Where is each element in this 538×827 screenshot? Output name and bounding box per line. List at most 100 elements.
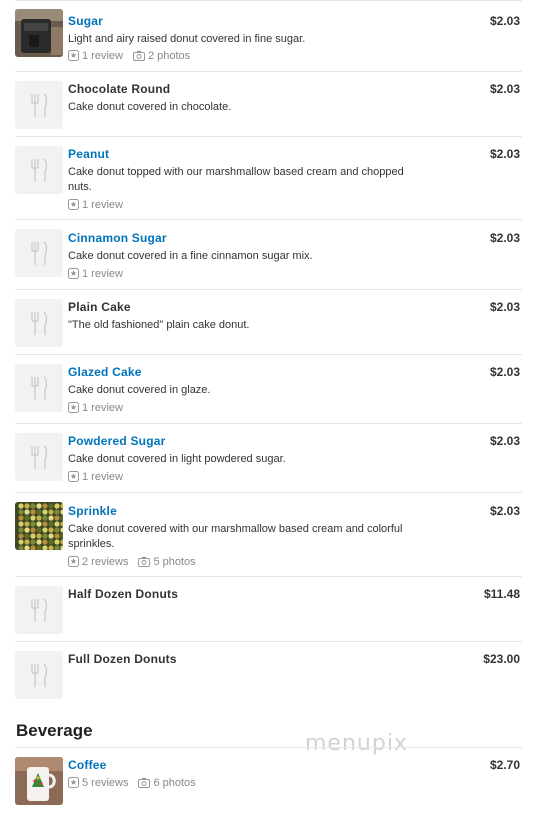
item-meta: 1 review 2 photos bbox=[68, 50, 200, 62]
reviews-link[interactable]: 2 reviews bbox=[68, 556, 128, 568]
item-photo[interactable] bbox=[15, 757, 63, 805]
item-description: Cake donut covered in a fine cinnamon su… bbox=[68, 250, 313, 262]
utensils-icon bbox=[15, 364, 63, 412]
review-star-icon bbox=[68, 268, 79, 279]
utensils-icon bbox=[15, 651, 63, 699]
reviews-count[interactable]: 1 review bbox=[82, 199, 123, 211]
item-price: $2.03 bbox=[489, 231, 520, 245]
photos-count[interactable]: 5 photos bbox=[153, 556, 195, 568]
item-description: Light and airy raised donut covered in f… bbox=[68, 33, 306, 45]
item-meta: 5 reviews 6 photos bbox=[68, 777, 206, 789]
item-name[interactable]: Peanut bbox=[68, 147, 109, 161]
item-description: Cake donut covered in light powdered sug… bbox=[68, 453, 286, 465]
photos-count[interactable]: 6 photos bbox=[153, 777, 195, 789]
item-meta: 1 review bbox=[68, 471, 133, 483]
reviews-count[interactable]: 2 reviews bbox=[82, 556, 128, 568]
item-name: Half Dozen Donuts bbox=[68, 587, 179, 601]
menu-item-chocolate-round: Chocolate Round $2.03 Cake donut covered i… bbox=[15, 71, 522, 136]
item-name[interactable]: Sugar bbox=[68, 14, 103, 28]
placeholder-thumbnail bbox=[15, 364, 63, 412]
item-price: $2.03 bbox=[489, 147, 520, 161]
item-price: $11.48 bbox=[483, 587, 520, 601]
item-description: Cake donut covered in chocolate. bbox=[68, 101, 232, 113]
photos-link[interactable]: 6 photos bbox=[138, 777, 196, 789]
photos-count[interactable]: 2 photos bbox=[148, 50, 190, 62]
item-price: $2.03 bbox=[489, 14, 520, 28]
reviews-link[interactable]: 5 reviews bbox=[68, 777, 128, 789]
menu-item-glazed-cake: Glazed Cake $2.03 Cake donut covered in gl… bbox=[15, 354, 522, 423]
placeholder-thumbnail bbox=[15, 651, 63, 699]
item-name: Full Dozen Donuts bbox=[68, 652, 177, 666]
photos-link[interactable]: 2 photos bbox=[132, 50, 190, 62]
item-price: $2.70 bbox=[489, 758, 520, 772]
utensils-icon bbox=[15, 586, 63, 634]
placeholder-thumbnail bbox=[15, 433, 63, 481]
placeholder-thumbnail bbox=[15, 586, 63, 634]
placeholder-thumbnail bbox=[15, 229, 63, 277]
item-description: Cake donut covered in glaze. bbox=[68, 384, 211, 396]
item-meta: 1 review bbox=[68, 268, 133, 280]
reviews-count[interactable]: 1 review bbox=[82, 50, 123, 62]
camera-icon bbox=[138, 556, 151, 567]
reviews-link[interactable]: 1 review bbox=[68, 199, 123, 211]
item-price: $2.03 bbox=[489, 82, 520, 96]
utensils-icon bbox=[15, 81, 63, 129]
item-price: $2.03 bbox=[489, 300, 520, 314]
review-star-icon bbox=[68, 402, 79, 413]
menu-item-cinnamon-sugar: Cinnamon Sugar $2.03 Cake donut covered in… bbox=[15, 219, 522, 289]
reviews-link[interactable]: 1 review bbox=[68, 268, 123, 280]
photos-link[interactable]: 5 photos bbox=[138, 556, 196, 568]
menu-item-full-dozen-donuts: Full Dozen Donuts $23.00 bbox=[15, 641, 522, 706]
reviews-link[interactable]: 1 review bbox=[68, 402, 123, 414]
item-name[interactable]: Sprinkle bbox=[68, 504, 117, 518]
item-meta: 2 reviews 5 photos bbox=[68, 556, 206, 568]
review-star-icon bbox=[68, 50, 79, 61]
item-meta: 1 review bbox=[68, 199, 133, 211]
item-name: Plain Cake bbox=[68, 300, 131, 314]
camera-icon bbox=[132, 50, 145, 61]
item-description: "The old fashioned" plain cake donut. bbox=[68, 319, 250, 331]
review-star-icon bbox=[68, 556, 79, 567]
sprinkle-photo bbox=[15, 502, 63, 550]
item-description: Cake donut topped with our marshmallow b… bbox=[68, 166, 404, 193]
item-name[interactable]: Powdered Sugar bbox=[68, 434, 166, 448]
camera-icon bbox=[138, 777, 151, 788]
item-name[interactable]: Coffee bbox=[68, 758, 107, 772]
utensils-icon bbox=[15, 146, 63, 194]
item-description: Cake donut covered with our marshmallow … bbox=[68, 523, 403, 550]
reviews-count[interactable]: 1 review bbox=[82, 402, 123, 414]
section-title-beverage: Beverage bbox=[16, 721, 93, 740]
item-name: Chocolate Round bbox=[68, 82, 171, 96]
utensils-icon bbox=[15, 433, 63, 481]
item-meta: 1 review bbox=[68, 402, 133, 414]
reviews-link[interactable]: 1 review bbox=[68, 471, 123, 483]
review-star-icon bbox=[68, 471, 79, 482]
utensils-icon bbox=[15, 299, 63, 347]
item-price: $23.00 bbox=[483, 652, 520, 666]
utensils-icon bbox=[15, 229, 63, 277]
review-star-icon bbox=[68, 199, 79, 210]
reviews-count[interactable]: 1 review bbox=[82, 268, 123, 280]
placeholder-thumbnail bbox=[15, 146, 63, 194]
sugar-photo bbox=[15, 9, 63, 57]
item-name[interactable]: Glazed Cake bbox=[68, 365, 142, 379]
menu-item-sugar: Sugar $2.03 Light and airy raised donut co… bbox=[15, 0, 522, 71]
review-star-icon bbox=[68, 777, 79, 788]
menu-item-sprinkle: Sprinkle $2.03 Cake donut covered with our… bbox=[15, 492, 522, 576]
reviews-count[interactable]: 5 reviews bbox=[82, 777, 128, 789]
menu-item-powdered-sugar: Powdered Sugar $2.03 Cake donut covered in… bbox=[15, 423, 522, 492]
item-price: $2.03 bbox=[489, 434, 520, 448]
placeholder-thumbnail bbox=[15, 299, 63, 347]
reviews-link[interactable]: 1 review bbox=[68, 50, 123, 62]
item-price: $2.03 bbox=[489, 504, 520, 518]
item-price: $2.03 bbox=[489, 365, 520, 379]
placeholder-thumbnail bbox=[15, 81, 63, 129]
item-photo[interactable] bbox=[15, 9, 63, 57]
reviews-count[interactable]: 1 review bbox=[82, 471, 123, 483]
menu-item-plain-cake: Plain Cake $2.03 "The old fashioned" plain… bbox=[15, 289, 522, 354]
item-photo[interactable] bbox=[15, 502, 63, 550]
menu-item-peanut: Peanut $2.03 Cake donut topped with our ma… bbox=[15, 136, 522, 219]
coffee-photo bbox=[15, 757, 63, 805]
menu-item-coffee: Coffee $2.70 5 reviews 6 photos bbox=[15, 747, 522, 817]
item-name[interactable]: Cinnamon Sugar bbox=[68, 231, 167, 245]
